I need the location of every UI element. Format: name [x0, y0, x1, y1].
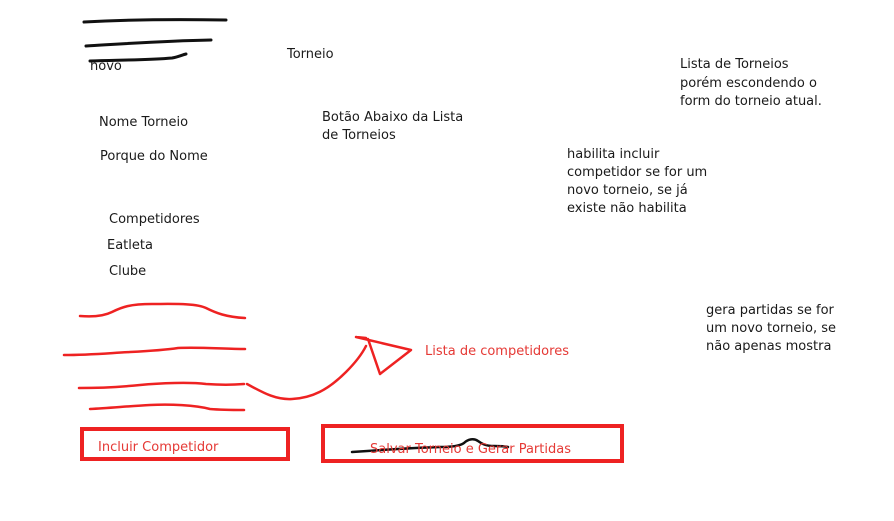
- red-scribble-line-1: [78, 302, 247, 320]
- black-scribble-line-1: [82, 18, 228, 24]
- label-eatleta: Eatleta: [107, 238, 153, 253]
- save-tournament-button-label[interactable]: Salvar Torneio e Gerar Partidas: [370, 441, 571, 459]
- label-novo: novo: [90, 59, 122, 74]
- note-enable-include-line-2: competidor se for um: [567, 165, 708, 180]
- note-tournament-list-line-2: porém escondendo o: [680, 76, 817, 91]
- note-generate-matches-line-2: um novo torneio, se: [706, 321, 837, 336]
- red-scribble-line-3: [77, 381, 246, 390]
- sketch-canvas: novo Torneio Nome Torneio Porque do Nome…: [0, 0, 894, 521]
- note-button-below-line-2: de Torneios: [322, 128, 396, 143]
- note-generate-matches-line-1: gera partidas se for: [706, 303, 834, 318]
- label-nome-torneio: Nome Torneio: [99, 115, 189, 130]
- note-generate-matches-line-3: não apenas mostra: [706, 339, 832, 354]
- label-competidores: Competidores: [109, 212, 200, 227]
- red-scribble-line-4: [88, 403, 246, 412]
- red-scribble-line-2: [62, 346, 247, 357]
- include-competitor-button-label[interactable]: Incluir Competidor: [98, 439, 218, 457]
- note-tournament-list-line-1: Lista de Torneios: [680, 57, 789, 72]
- red-arrowhead: [354, 335, 413, 376]
- note-enable-include-line-3: novo torneio, se já: [567, 183, 688, 198]
- red-arrow-curve: [245, 344, 368, 401]
- note-button-below-line-1: Botão Abaixo da Lista: [322, 110, 464, 125]
- note-enable-include-line-1: habilita incluir: [567, 147, 660, 162]
- black-scribble-line-2: [84, 38, 213, 48]
- label-porque-do-nome: Porque do Nome: [100, 149, 208, 164]
- note-tournament-list-line-3: form do torneio atual.: [680, 94, 822, 109]
- note-enable-include-line-4: existe não habilita: [567, 201, 687, 216]
- label-clube: Clube: [109, 264, 147, 279]
- label-competitor-list: Lista de competidores: [425, 344, 569, 359]
- label-torneio-title: Torneio: [287, 47, 334, 62]
